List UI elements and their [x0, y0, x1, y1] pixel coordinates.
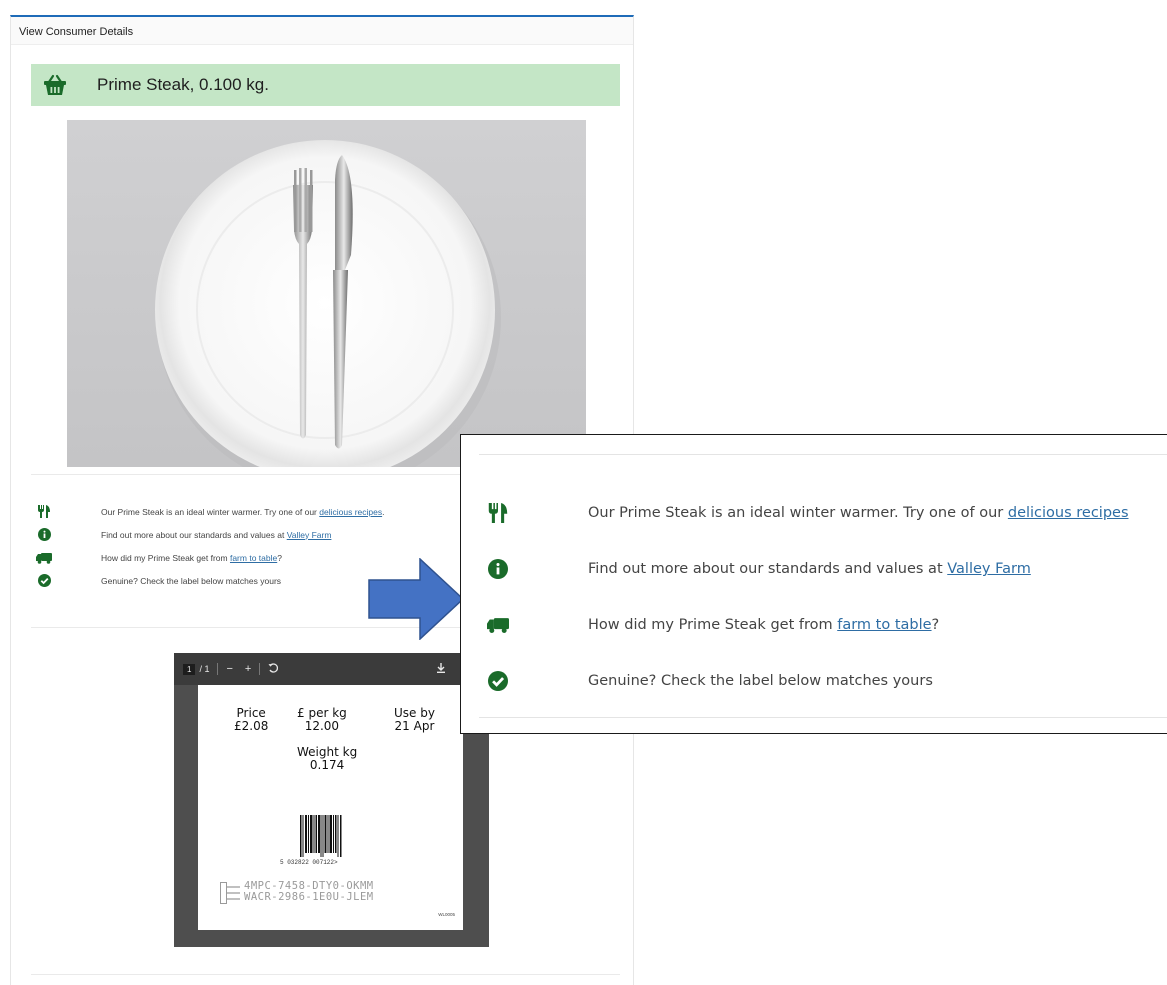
pdf-page: Price £2.08 £ per kg 12.00 Use by 21 Apr…: [198, 685, 463, 930]
right-arrow-callout: [368, 558, 464, 640]
product-banner: Prime Steak, 0.100 kg.: [31, 64, 620, 106]
pdf-toolbar: 1 / 1 − +: [174, 653, 489, 685]
farm-to-table-link[interactable]: farm to table: [230, 553, 277, 563]
zoomed-info-text: Our Prime Steak is an ideal winter warme…: [588, 505, 1129, 521]
delicious-recipes-link[interactable]: delicious recipes: [319, 507, 382, 517]
product-name: Prime Steak, 0.100 kg.: [97, 75, 269, 94]
use-by-group: Use by 21 Apr: [394, 707, 435, 733]
info-circle-icon: [487, 559, 509, 579]
utensils-icon: [36, 505, 52, 519]
panel-title: View Consumer Details: [11, 17, 633, 45]
info-text: Find out more about our standards and va…: [101, 529, 332, 540]
utensils-icon: [487, 503, 509, 523]
info-text: Our Prime Steak is an ideal winter warme…: [101, 506, 385, 517]
info-circle-icon: [36, 528, 52, 542]
page-number-input[interactable]: 1: [183, 663, 196, 675]
code-line-2: WACR-2986-1E0U-JLEM: [244, 891, 374, 903]
zoomed-row-farm-to-table: How did my Prime Steak get from farm to …: [487, 597, 1167, 653]
zoom-in-button[interactable]: +: [245, 663, 251, 675]
per-kg-group: £ per kg 12.00: [297, 707, 347, 733]
verification-codes: 4MPC-7458-DTY0-OKMM WACR-2986-1E0U-JLEM: [244, 881, 374, 903]
toolbar-divider: [217, 663, 219, 675]
zoomed-info-text: How did my Prime Steak get from farm to …: [588, 617, 940, 633]
price-label-group: Price £2.08: [234, 707, 268, 733]
check-circle-icon: [36, 574, 52, 588]
weight-group: Weight kg 0.174: [297, 746, 357, 772]
page-total: / 1: [199, 664, 210, 674]
farm-to-table-link[interactable]: farm to table: [837, 617, 931, 633]
info-text: How did my Prime Steak get from farm to …: [101, 552, 282, 563]
zoomed-info-text: Find out more about our standards and va…: [588, 561, 1031, 577]
valley-farm-link[interactable]: Valley Farm: [947, 561, 1031, 577]
delicious-recipes-link[interactable]: delicious recipes: [1008, 505, 1129, 521]
divider: [31, 974, 620, 975]
per-kg-value: 12.00: [304, 719, 340, 733]
zoomed-row-standards: Find out more about our standards and va…: [487, 541, 1167, 597]
barcode-number: 5 032822 007122>: [280, 859, 338, 866]
product-image: [67, 120, 586, 467]
basket-icon: [44, 74, 66, 95]
valley-farm-link[interactable]: Valley Farm: [287, 530, 332, 540]
download-icon[interactable]: [436, 663, 446, 675]
check-circle-icon: [487, 671, 509, 691]
truck-icon: [36, 551, 52, 565]
weight-value: 0.174: [309, 758, 345, 772]
truck-icon: [487, 615, 509, 635]
label-page-id: WL0005: [438, 912, 455, 917]
zoomed-info-list: Our Prime Steak is an ideal winter warme…: [487, 485, 1167, 709]
plate-photo-illustration: [155, 140, 501, 467]
price-value: £2.08: [234, 719, 269, 733]
toolbar-divider: [259, 663, 261, 675]
use-by-value: 21 Apr: [394, 719, 435, 733]
zoomed-row-genuine: Genuine? Check the label below matches y…: [487, 653, 1167, 709]
rotate-icon[interactable]: [268, 663, 279, 675]
divider: [479, 717, 1167, 718]
pdf-viewer: 1 / 1 − + Price £2.08 £ per kg 12.00 Use…: [174, 653, 489, 947]
zoomed-row-recipes: Our Prime Steak is an ideal winter warme…: [487, 485, 1167, 541]
zoomed-info-text: Genuine? Check the label below matches y…: [588, 673, 933, 689]
zoom-out-button[interactable]: −: [226, 663, 232, 675]
divider: [479, 454, 1167, 455]
barcode: [300, 815, 342, 857]
code-mark-icon: [220, 882, 240, 904]
info-text: Genuine? Check the label below matches y…: [101, 575, 282, 586]
zoomed-info-callout: Our Prime Steak is an ideal winter warme…: [460, 434, 1167, 734]
